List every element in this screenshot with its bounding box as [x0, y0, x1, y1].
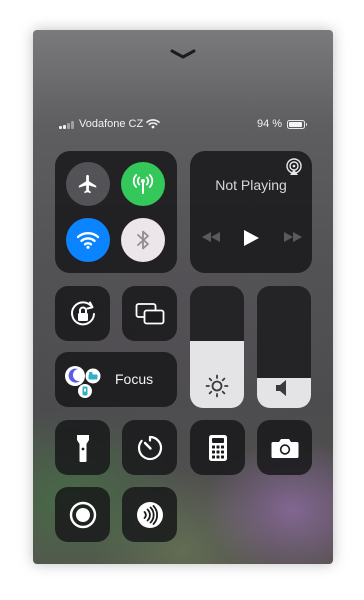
brightness-slider[interactable] [190, 286, 244, 408]
orientation-lock-icon [70, 300, 95, 325]
control-center: Vodafone CZ 94 % Not Playing Focus [33, 30, 333, 564]
speaker-icon [276, 380, 286, 396]
signal-strength-icon [59, 121, 74, 129]
nfc-icon [136, 501, 163, 528]
chevron-down-icon[interactable] [170, 48, 196, 60]
timer-icon [137, 435, 162, 460]
next-icon[interactable] [284, 232, 302, 242]
playback-controls [190, 227, 312, 249]
screen-mirroring-button[interactable] [122, 286, 177, 341]
calculator-button[interactable] [190, 420, 245, 475]
bluetooth-toggle[interactable] [121, 218, 165, 262]
orientation-lock-button[interactable] [55, 286, 110, 341]
previous-icon[interactable] [202, 232, 220, 242]
wifi-status-icon [146, 119, 160, 129]
volume-slider[interactable] [257, 286, 311, 408]
cellular-antenna-icon [132, 174, 154, 194]
camera-icon [271, 438, 298, 458]
focus-modes-icon [65, 366, 101, 398]
bluetooth-icon [137, 230, 149, 250]
timer-button[interactable] [122, 420, 177, 475]
nfc-reader-button[interactable] [122, 487, 177, 542]
cellular-data-toggle[interactable] [121, 162, 165, 206]
camera-button[interactable] [257, 420, 312, 475]
sun-icon [205, 374, 229, 398]
screen-recording-button[interactable] [55, 487, 110, 542]
airplane-mode-toggle[interactable] [66, 162, 110, 206]
flashlight-icon [76, 434, 89, 462]
status-bar: Vodafone CZ 94 % [33, 118, 333, 132]
connectivity-module [55, 151, 177, 273]
play-icon[interactable] [242, 229, 260, 247]
airplane-icon [78, 174, 97, 194]
battery-icon [287, 120, 307, 129]
now-playing-label: Not Playing [215, 177, 287, 193]
focus-label: Focus [115, 371, 154, 387]
wifi-icon [76, 232, 100, 249]
screen-mirroring-icon [135, 302, 164, 324]
carrier-name: Vodafone CZ [79, 118, 144, 130]
focus-button[interactable]: Focus [55, 352, 177, 407]
flashlight-button[interactable] [55, 420, 110, 475]
calculator-icon [208, 434, 227, 461]
now-playing-module[interactable]: Not Playing [190, 151, 312, 273]
screen-recording-icon [69, 501, 96, 528]
airplay-icon[interactable] [285, 158, 303, 176]
wifi-toggle[interactable] [66, 218, 110, 262]
battery-percentage: 94 % [257, 118, 283, 130]
